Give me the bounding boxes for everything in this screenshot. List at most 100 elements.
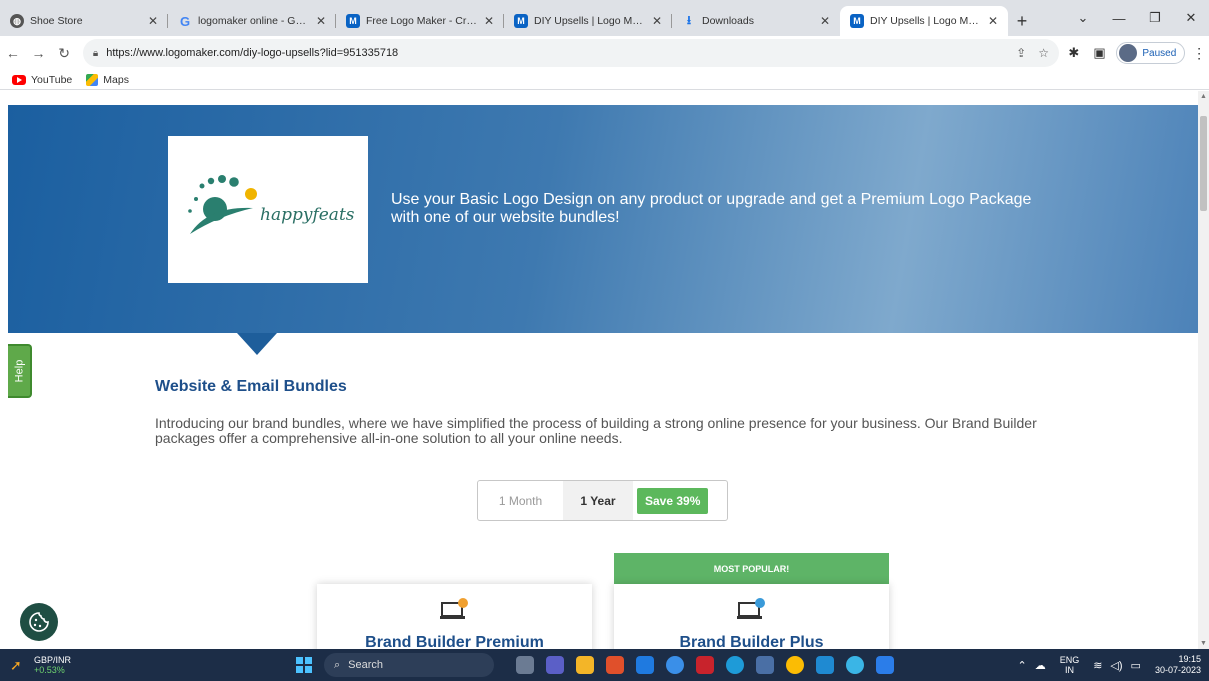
edge-icon[interactable] <box>726 656 744 674</box>
vscode-icon[interactable] <box>816 656 834 674</box>
close-icon[interactable]: ✕ <box>148 14 158 28</box>
tab-title: Shoe Store <box>30 15 83 27</box>
store-icon[interactable] <box>636 656 654 674</box>
tab-free-logo-maker[interactable]: M Free Logo Maker - Create a ✕ <box>336 6 504 36</box>
maps-icon <box>86 73 99 86</box>
plan-card-plus[interactable]: Brand Builder Plus <box>614 584 889 649</box>
logomaker-icon: M <box>346 14 360 28</box>
plan-title: Brand Builder Premium <box>365 634 544 649</box>
plan-title: Brand Builder Plus <box>679 634 824 649</box>
save-badge: Save 39% <box>637 487 709 514</box>
photos-icon[interactable] <box>756 656 774 674</box>
help-app-icon[interactable] <box>666 656 684 674</box>
windows-taskbar: ➚ GBP/INR +0.53% ⌕ Search ⌃ ☁ ENG IN ≋ ◁… <box>0 649 1209 681</box>
tab-shoe-store[interactable]: ◍ Shoe Store ✕ <box>0 6 168 36</box>
photo-editor-icon[interactable] <box>876 656 894 674</box>
chevron-up-icon[interactable]: ⌃ <box>1017 659 1026 672</box>
hero-message: Use your Basic Logo Design on any produc… <box>391 191 1032 226</box>
brand-logo: happyfeats <box>168 136 368 283</box>
clock-time: 19:15 <box>1178 654 1201 664</box>
scroll-thumb[interactable] <box>1200 116 1207 211</box>
close-icon[interactable]: ✕ <box>316 14 326 28</box>
page-viewport: happyfeats Use your Basic Logo Design on… <box>0 91 1209 649</box>
canva-icon[interactable] <box>846 656 864 674</box>
trend-up-icon: ➚ <box>10 657 22 673</box>
teams-chat-icon[interactable] <box>546 656 564 674</box>
tab-downloads[interactable]: ⭳ Downloads ✕ <box>672 6 840 36</box>
laptop-icon <box>737 598 765 619</box>
close-window-button[interactable]: ✕ <box>1173 10 1209 26</box>
taskbar-apps <box>510 656 900 674</box>
extensions-icon[interactable]: ✱ <box>1063 45 1085 61</box>
toggle-1-month[interactable]: 1 Month <box>478 494 563 508</box>
cookie-settings-button[interactable] <box>20 603 58 641</box>
file-explorer-icon[interactable] <box>576 656 594 674</box>
task-view-icon[interactable] <box>516 656 534 674</box>
wifi-icon[interactable]: ≋ <box>1093 659 1102 672</box>
back-button[interactable]: ← <box>0 45 26 61</box>
laptop-icon <box>440 598 468 619</box>
taskbar-search[interactable]: ⌕ Search <box>324 653 494 677</box>
address-bar[interactable]: 🔒︎ https://www.logomaker.com/diy-logo-up… <box>82 39 1059 67</box>
google-icon: G <box>179 13 191 29</box>
toggle-1-year[interactable]: 1 Year <box>563 481 633 520</box>
bookmark-label: Maps <box>103 73 129 86</box>
close-icon[interactable]: ✕ <box>988 14 998 28</box>
share-icon[interactable]: ⇪ <box>1016 46 1026 60</box>
lock-icon[interactable]: 🔒︎ <box>93 48 98 59</box>
forward-button[interactable]: → <box>26 45 52 61</box>
scroll-up-arrow-icon[interactable]: ▲ <box>1198 93 1209 100</box>
browser-tab-strip: ◍ Shoe Store ✕ G logomaker online - Goog… <box>0 0 1209 36</box>
close-icon[interactable]: ✕ <box>484 14 494 28</box>
windows-start-icon[interactable] <box>296 657 312 673</box>
close-icon[interactable]: ✕ <box>820 14 830 28</box>
tab-search-icon[interactable]: ⌄ <box>1065 10 1101 26</box>
stock-widget[interactable]: ➚ GBP/INR +0.53% <box>10 655 100 675</box>
minimize-button[interactable]: — <box>1101 11 1137 26</box>
battery-icon[interactable]: ▭ <box>1131 659 1141 672</box>
close-icon[interactable]: ✕ <box>652 14 662 28</box>
bookmark-maps[interactable]: Maps <box>86 73 129 86</box>
help-label: Help <box>13 359 25 383</box>
bookmarks-bar: YouTube Maps <box>0 70 1209 90</box>
lang-region: IN <box>1064 665 1074 675</box>
bookmark-youtube[interactable]: YouTube <box>12 74 72 86</box>
youtube-icon <box>12 74 26 85</box>
tab-title: DIY Upsells | Logo Maker <box>870 15 982 27</box>
language-indicator[interactable]: ENG IN <box>1060 655 1080 675</box>
tab-diy-upsells-1[interactable]: M DIY Upsells | Logo Maker ✕ <box>504 6 672 36</box>
logomaker-icon: M <box>850 14 864 28</box>
globe-icon: ◍ <box>10 14 24 28</box>
clock-date: 30-07-2023 <box>1154 665 1201 675</box>
new-tab-button[interactable]: + <box>1008 6 1036 36</box>
logomaker-icon: M <box>514 14 528 28</box>
browser-toolbar: ← → ↻ 🔒︎ https://www.logomaker.com/diy-l… <box>0 36 1209 70</box>
help-tab-button[interactable]: Help <box>8 344 32 398</box>
reload-button[interactable]: ↻ <box>51 45 77 62</box>
restore-button[interactable]: ❐ <box>1137 10 1173 26</box>
stock-change: +0.53% <box>34 665 65 675</box>
system-tray: ⌃ ☁ ENG IN ≋ ◁) ▭ 19:15 30-07-2023 <box>1013 649 1201 681</box>
page-scrollbar[interactable]: ▲ ▼ <box>1198 91 1209 649</box>
tab-google-search[interactable]: G logomaker online - Google ✕ <box>168 6 336 36</box>
brave-browser-icon[interactable] <box>606 656 624 674</box>
side-panel-icon[interactable]: ▣ <box>1089 45 1111 61</box>
section-description: Introducing our brand bundles, where we … <box>155 415 1037 446</box>
chrome-icon[interactable] <box>786 656 804 674</box>
hero-pointer-arrow <box>237 333 277 355</box>
profile-button[interactable]: Paused <box>1116 42 1186 64</box>
plan-card-premium[interactable]: Brand Builder Premium <box>317 584 592 649</box>
clock[interactable]: 19:15 30-07-2023 <box>1155 654 1201 676</box>
menu-kebab-icon[interactable]: ⋮ <box>1189 45 1209 62</box>
mcafee-icon[interactable] <box>696 656 714 674</box>
url-text[interactable]: https://www.logomaker.com/diy-logo-upsel… <box>106 47 1004 59</box>
avatar <box>1119 44 1138 62</box>
tab-title: Free Logo Maker - Create a <box>366 15 478 27</box>
scroll-down-arrow-icon[interactable]: ▼ <box>1198 640 1209 647</box>
volume-icon[interactable]: ◁) <box>1110 659 1122 672</box>
profile-label: Paused <box>1142 47 1177 59</box>
onedrive-cloud-icon[interactable]: ☁ <box>1035 659 1046 672</box>
bookmark-label: YouTube <box>31 73 73 86</box>
tab-diy-upsells-active[interactable]: M DIY Upsells | Logo Maker ✕ <box>840 6 1008 36</box>
bookmark-star-icon[interactable]: ☆ <box>1038 46 1049 60</box>
